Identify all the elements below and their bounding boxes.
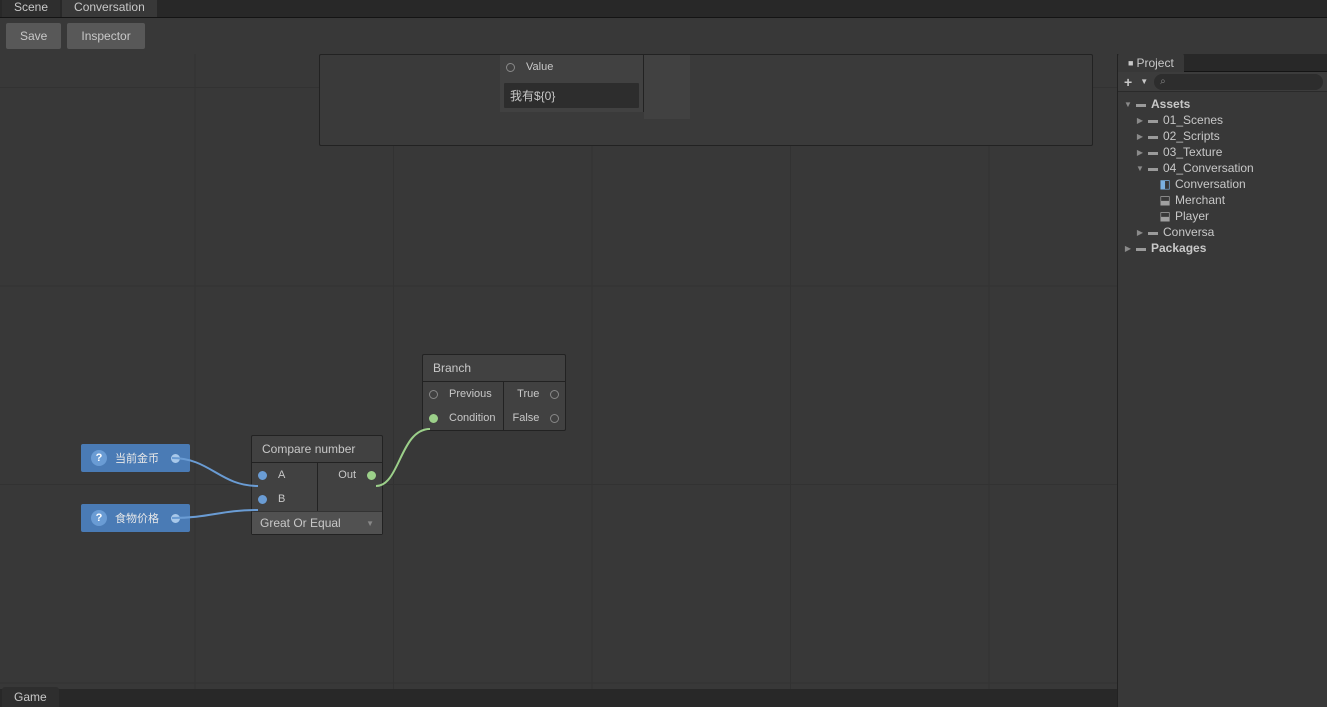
scene-tabbar: Scene Conversation — [0, 0, 1327, 18]
variable-label: 食物价格 — [115, 510, 159, 526]
graph-canvas[interactable]: Value 我有${0} ? 当前金币 ? 食物价格 Compare numbe… — [0, 54, 1117, 707]
node-body: Previous Condition True False — [423, 382, 565, 430]
tree-item-player[interactable]: ⬓ Player — [1118, 208, 1327, 224]
port-a-row: A — [252, 463, 317, 487]
tab-game[interactable]: Game — [2, 687, 59, 707]
tree-item-conversa[interactable]: ▶ ▬ Conversa — [1118, 224, 1327, 240]
compare-number-node[interactable]: Compare number A B — [251, 435, 383, 535]
folder-icon: ▬ — [1146, 146, 1160, 158]
tree-item-conversation-folder[interactable]: ▼ ▬ 04_Conversation — [1118, 160, 1327, 176]
tree-item-scripts[interactable]: ▶ ▬ 02_Scripts — [1118, 128, 1327, 144]
disclosure-triangle-icon[interactable]: ▶ — [1122, 244, 1134, 253]
port-a-label: A — [278, 469, 285, 481]
prefab-icon: ⬓ — [1158, 194, 1172, 206]
folder-icon: ▬ — [1146, 162, 1160, 174]
folder-icon: ■ — [1128, 58, 1133, 68]
project-tree: ▼ ▬ Assets ▶ ▬ 01_Scenes ▶ ▬ 02_Scripts … — [1118, 92, 1327, 260]
tab-scene[interactable]: Scene — [2, 0, 60, 17]
port-b-row: B — [252, 487, 317, 511]
tab-conversation[interactable]: Conversation — [62, 0, 157, 17]
disclosure-triangle-icon[interactable]: ▼ — [1122, 100, 1134, 109]
folder-icon: ▬ — [1146, 114, 1160, 126]
node-title: Branch — [423, 355, 565, 382]
dropdown-icon[interactable]: ▼ — [1138, 77, 1150, 86]
port-previous-row: Previous — [423, 382, 503, 406]
tree-item-assets[interactable]: ▼ ▬ Assets — [1118, 96, 1327, 112]
port-value-label: Value — [526, 61, 553, 73]
port-out-row: Out — [318, 463, 383, 487]
project-panel-header: ■Project — [1118, 54, 1327, 72]
disclosure-triangle-icon[interactable]: ▼ — [1134, 164, 1146, 173]
main-area: Value 我有${0} ? 当前金币 ? 食物价格 Compare numbe… — [0, 54, 1327, 707]
disclosure-triangle-icon[interactable]: ▶ — [1134, 132, 1146, 141]
tree-item-packages[interactable]: ▶ ▬ Packages — [1118, 240, 1327, 256]
folder-icon: ▬ — [1134, 98, 1148, 110]
dialogue-node-right-pane — [644, 55, 690, 119]
disclosure-triangle-icon[interactable]: ▶ — [1134, 148, 1146, 157]
variable-out-port[interactable] — [171, 454, 180, 463]
folder-icon: ▬ — [1146, 130, 1160, 142]
disclosure-triangle-icon[interactable]: ▶ — [1134, 228, 1146, 237]
branch-node[interactable]: Branch Previous Condition True — [422, 354, 566, 431]
variable-node-current-gold[interactable]: ? 当前金币 — [81, 444, 190, 472]
port-true-label: True — [517, 388, 539, 400]
variable-node-food-price[interactable]: ? 食物价格 — [81, 504, 190, 532]
variable-out-port[interactable] — [171, 514, 180, 523]
save-button[interactable]: Save — [6, 23, 61, 49]
folder-icon: ▬ — [1134, 242, 1148, 254]
port-false-out[interactable] — [550, 414, 559, 423]
question-icon: ? — [91, 510, 107, 526]
port-value-row: Value — [500, 55, 643, 79]
search-input[interactable]: ⌕ — [1154, 74, 1323, 90]
compare-mode-dropdown[interactable]: Great Or Equal ▼ — [252, 511, 382, 534]
asset-icon: ◧ — [1158, 178, 1172, 190]
disclosure-triangle-icon[interactable]: ▶ — [1134, 116, 1146, 125]
port-b-in[interactable] — [258, 495, 267, 504]
search-icon: ⌕ — [1160, 76, 1166, 87]
dialogue-node[interactable]: Value 我有${0} — [319, 54, 1093, 146]
add-button[interactable]: + — [1122, 74, 1134, 90]
value-text-input[interactable]: 我有${0} — [504, 83, 639, 108]
port-false-row: False — [504, 406, 565, 430]
port-value-in[interactable] — [506, 63, 515, 72]
node-body: A B Out Great Or — [252, 463, 382, 534]
chevron-down-icon: ▼ — [366, 519, 374, 528]
port-previous-label: Previous — [449, 388, 492, 400]
tree-item-merchant[interactable]: ⬓ Merchant — [1118, 192, 1327, 208]
port-out-label: Out — [338, 469, 356, 481]
port-condition-row: Condition — [423, 406, 503, 430]
toolbar: Save Inspector — [0, 18, 1327, 54]
port-false-label: False — [512, 412, 539, 424]
tab-project[interactable]: ■Project — [1118, 53, 1184, 73]
tree-item-texture[interactable]: ▶ ▬ 03_Texture — [1118, 144, 1327, 160]
tree-item-scenes[interactable]: ▶ ▬ 01_Scenes — [1118, 112, 1327, 128]
project-panel: ■Project + ▼ ⌕ ▼ ▬ Assets ▶ ▬ 01_Scenes … — [1117, 54, 1327, 707]
port-condition-label: Condition — [449, 412, 495, 424]
port-b-label: B — [278, 493, 285, 505]
node-title: Compare number — [252, 436, 382, 463]
folder-icon: ▬ — [1146, 226, 1160, 238]
port-out[interactable] — [367, 471, 376, 480]
bottom-tabbar: Game — [0, 689, 1117, 707]
port-previous-in[interactable] — [429, 390, 438, 399]
question-icon: ? — [91, 450, 107, 466]
port-true-row: True — [504, 382, 565, 406]
port-a-in[interactable] — [258, 471, 267, 480]
port-true-out[interactable] — [550, 390, 559, 399]
inspector-button[interactable]: Inspector — [67, 23, 144, 49]
dropdown-label: Great Or Equal — [260, 516, 341, 530]
port-condition-in[interactable] — [429, 414, 438, 423]
tree-item-conversation-asset[interactable]: ◧ Conversation — [1118, 176, 1327, 192]
variable-label: 当前金币 — [115, 450, 159, 466]
dialogue-node-body: Value 我有${0} — [500, 55, 644, 112]
project-tools: + ▼ ⌕ — [1118, 72, 1327, 92]
prefab-icon: ⬓ — [1158, 210, 1172, 222]
